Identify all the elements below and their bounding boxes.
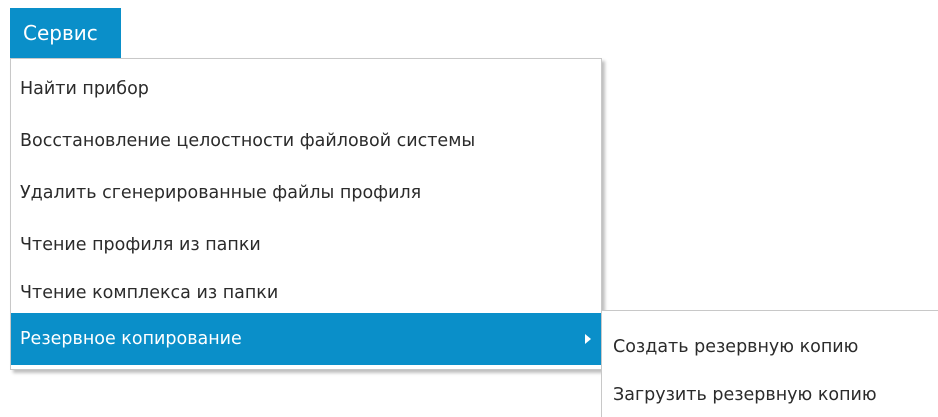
- menu-item-backup-label: Резервное копирование: [20, 329, 242, 349]
- screen: Сервис Найти прибор Восстановление целос…: [0, 0, 938, 417]
- submenu-item-load-backup[interactable]: Загрузить резервную копию: [602, 369, 938, 417]
- menu-item-read-complex-from-folder[interactable]: Чтение комплекса из папки: [11, 267, 601, 319]
- chevron-right-icon: [585, 334, 591, 344]
- service-dropdown-menu: Найти прибор Восстановление целостности …: [10, 58, 602, 370]
- menu-service[interactable]: Сервис: [10, 8, 121, 58]
- submenu-item-create-backup[interactable]: Создать резервную копию: [602, 321, 938, 373]
- menu-item-backup[interactable]: Резервное копирование: [11, 313, 601, 365]
- menu-item-find-device[interactable]: Найти прибор: [11, 63, 601, 115]
- menu-item-delete-generated-profile-files[interactable]: Удалить сгенерированные файлы профиля: [11, 167, 601, 219]
- menu-item-restore-filesystem[interactable]: Восстановление целостности файловой сист…: [11, 115, 601, 167]
- menu-item-read-profile-from-folder[interactable]: Чтение профиля из папки: [11, 219, 601, 271]
- backup-submenu: Создать резервную копию Загрузить резерв…: [601, 310, 938, 417]
